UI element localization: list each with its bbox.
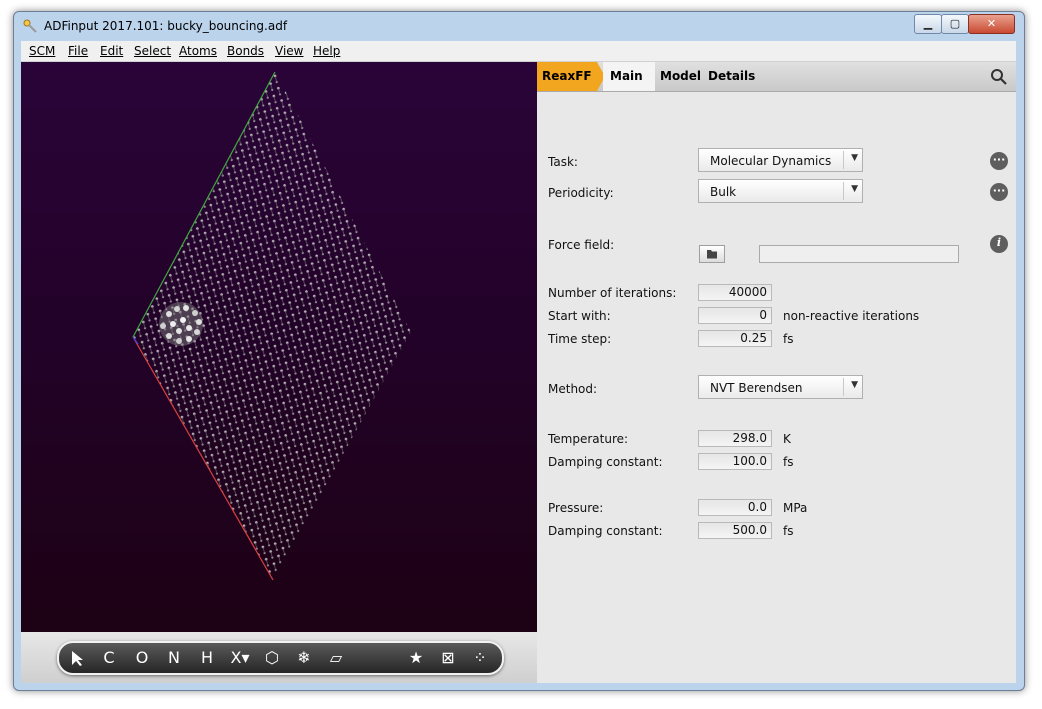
carbon-tool[interactable]: C: [99, 648, 119, 668]
pressure-unit: MPa: [783, 501, 808, 515]
forcefield-path-field[interactable]: [759, 245, 959, 263]
menu-file[interactable]: File: [68, 44, 88, 58]
forcefield-info-button[interactable]: i: [990, 235, 1008, 253]
select-arrow-tool[interactable]: [67, 648, 87, 668]
settings-panel: ReaxFF Main Model Details Task: Molecula…: [537, 62, 1016, 683]
timestep-unit: fs: [783, 332, 794, 346]
task-divider: [843, 151, 844, 169]
tool-pill: C O N H X▾ ⬡ ❄ ▱ ★ ⊠ ⁘: [57, 641, 504, 675]
chevron-down-icon: ▼: [851, 153, 858, 163]
periodicity-label: Periodicity:: [548, 186, 614, 200]
chevron-down-icon: ▼: [851, 184, 858, 194]
more-tools[interactable]: ⁘: [469, 648, 491, 668]
menu-select[interactable]: Select: [134, 44, 171, 58]
task-label: Task:: [548, 155, 578, 169]
task-more-button[interactable]: ···: [990, 152, 1008, 170]
startwith-field[interactable]: 0: [698, 307, 772, 324]
pressure-label: Pressure:: [548, 501, 604, 515]
menu-edit[interactable]: Edit: [100, 44, 123, 58]
temperature-field[interactable]: 298.0: [698, 430, 772, 447]
tab-main[interactable]: Main: [603, 62, 655, 91]
startwith-label: Start with:: [548, 309, 611, 323]
startwith-unit: non-reactive iterations: [783, 309, 920, 323]
chevron-down-icon: ▼: [851, 380, 858, 390]
pressure-field[interactable]: 0.0: [698, 499, 772, 516]
structures-tool[interactable]: ❄: [293, 648, 315, 668]
select-arrow-icon: [72, 651, 83, 666]
timestep-label: Time step:: [548, 332, 612, 346]
graphene-sheet: [132, 71, 411, 581]
periodicity-divider: [843, 182, 844, 200]
periodicity-value: Bulk: [710, 185, 737, 199]
method-select[interactable]: NVT Berendsen ▼: [698, 375, 863, 399]
forcefield-browse-button[interactable]: [699, 245, 725, 263]
molecule-viewer[interactable]: C O N H X▾ ⬡ ❄ ▱ ★ ⊠ ⁘: [21, 62, 537, 683]
search-icon[interactable]: [990, 68, 1008, 86]
menu-view[interactable]: View: [275, 44, 303, 58]
menu-bar: SCM File Edit Select Atoms Bonds View He…: [21, 41, 1016, 62]
method-value: NVT Berendsen: [710, 381, 803, 395]
close-button[interactable]: ✕: [968, 14, 1015, 34]
nitrogen-tool[interactable]: N: [164, 648, 184, 668]
pressure-damping-unit: fs: [783, 524, 794, 538]
tab-reaxff[interactable]: ReaxFF: [537, 62, 607, 91]
method-divider: [843, 378, 844, 396]
task-value: Molecular Dynamics: [710, 154, 832, 168]
panel-tab-bar: ReaxFF Main Model Details: [537, 62, 1016, 92]
title-bar[interactable]: ADFinput 2017.101: bucky_bouncing.adf ▁ …: [14, 12, 1024, 40]
tab-details[interactable]: Details: [708, 69, 755, 83]
menu-scm[interactable]: SCM: [29, 44, 55, 58]
favorites-tool[interactable]: ★: [405, 648, 427, 668]
temperature-label: Temperature:: [548, 432, 629, 446]
temperature-damping-unit: fs: [783, 455, 794, 469]
temperature-damping-field[interactable]: 100.0: [698, 453, 772, 470]
iterations-label: Number of iterations:: [548, 286, 677, 300]
minimize-button[interactable]: ▁: [914, 14, 942, 34]
tab-model[interactable]: Model: [660, 69, 701, 83]
temperature-damping-label: Damping constant:: [548, 455, 663, 469]
forcefield-label: Force field:: [548, 238, 615, 252]
maximize-button[interactable]: ▢: [941, 14, 969, 34]
tab-reaxff-label: ReaxFF: [542, 69, 592, 83]
menu-help[interactable]: Help: [313, 44, 340, 58]
method-label: Method:: [548, 382, 598, 396]
oxygen-tool[interactable]: O: [132, 648, 152, 668]
crystal-tool[interactable]: ⊠: [437, 648, 459, 668]
menu-bonds[interactable]: Bonds: [227, 44, 264, 58]
menu-atoms[interactable]: Atoms: [179, 44, 217, 58]
adf-app-icon: [23, 19, 37, 33]
periodicity-select[interactable]: Bulk ▼: [698, 179, 863, 203]
pressure-damping-field[interactable]: 500.0: [698, 522, 772, 539]
other-element-tool[interactable]: X▾: [227, 648, 253, 668]
pressure-damping-label: Damping constant:: [548, 524, 663, 538]
client-area: SCM File Edit Select Atoms Bonds View He…: [21, 41, 1016, 683]
timestep-field[interactable]: 0.25: [698, 330, 772, 347]
periodicity-more-button[interactable]: ···: [990, 183, 1008, 201]
ring-tool[interactable]: ⬡: [261, 648, 283, 668]
plane-tool[interactable]: ▱: [325, 648, 347, 668]
build-toolbar: C O N H X▾ ⬡ ❄ ▱ ★ ⊠ ⁘: [21, 632, 537, 683]
window-title: ADFinput 2017.101: bucky_bouncing.adf: [44, 19, 288, 33]
hydrogen-tool[interactable]: H: [197, 648, 217, 668]
app-window: ADFinput 2017.101: bucky_bouncing.adf ▁ …: [13, 11, 1025, 691]
folder-icon: [707, 250, 717, 259]
task-select[interactable]: Molecular Dynamics ▼: [698, 148, 863, 172]
tab-main-label: Main: [610, 69, 643, 83]
iterations-field[interactable]: 40000: [698, 284, 772, 301]
temperature-unit: K: [783, 432, 791, 446]
buckyball: [159, 302, 203, 346]
